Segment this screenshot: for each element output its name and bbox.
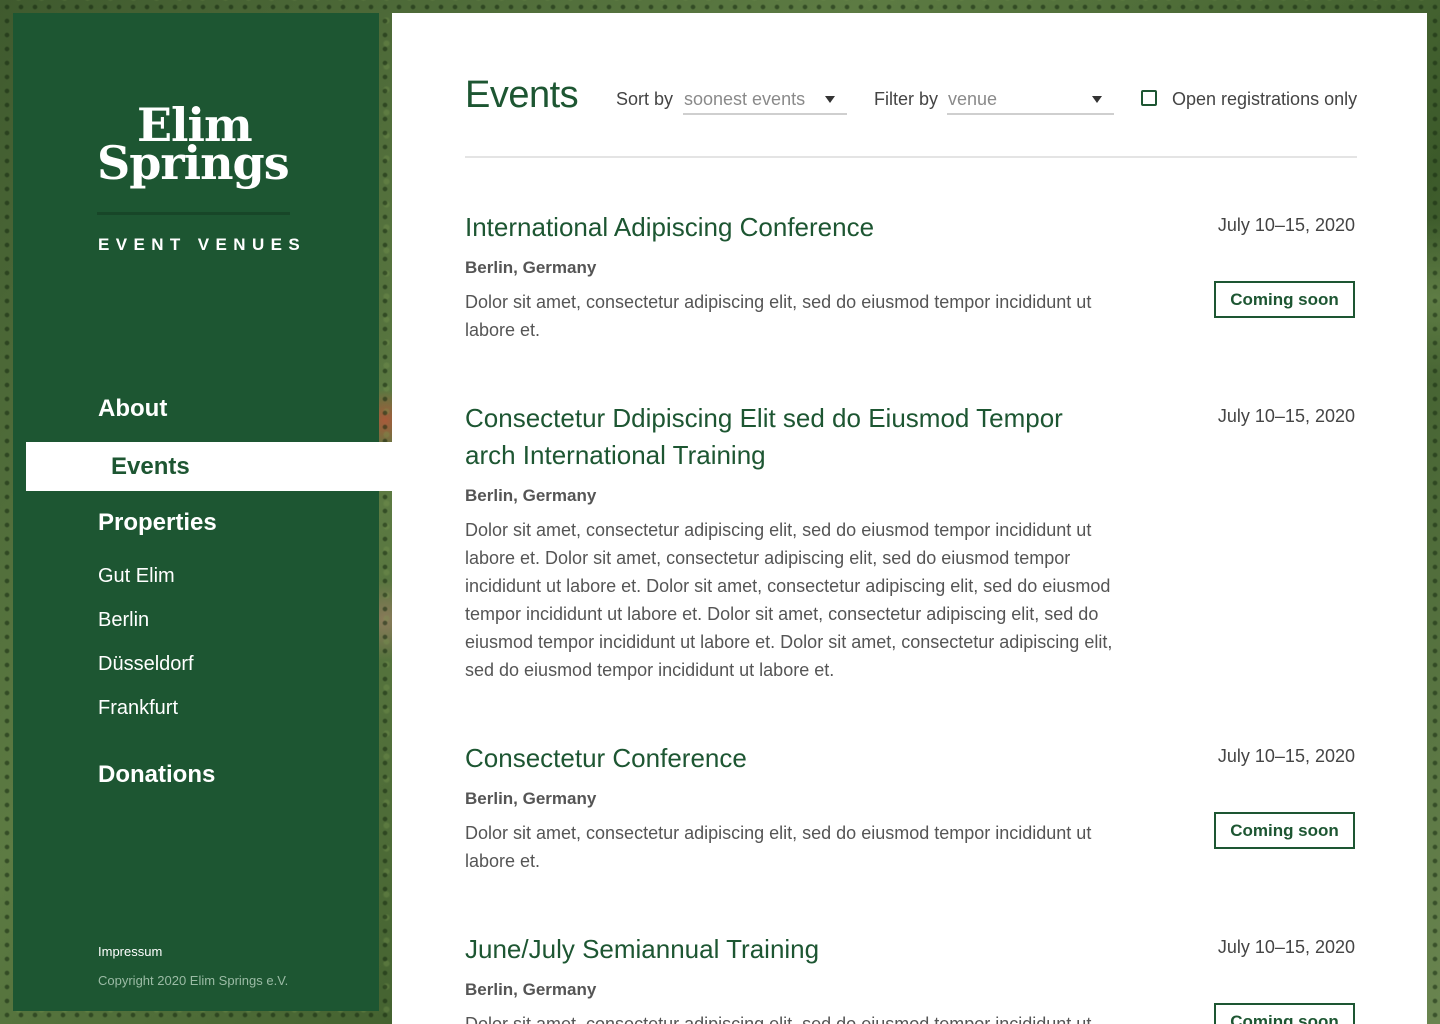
sidebar: Elim Springs EVENT VENUES About Events P… xyxy=(13,13,392,1011)
events-toolbar: Events Sort by soonest events Filter by … xyxy=(465,73,1357,158)
filter-select-value: venue xyxy=(948,89,998,109)
event-date: July 10–15, 2020 xyxy=(1217,215,1355,235)
event-date: July 10–15, 2020 xyxy=(1217,937,1355,957)
event-title[interactable]: Consectetur Ddipiscing Elit sed do Eiusm… xyxy=(465,400,1115,474)
nav-item-donations[interactable]: Donations xyxy=(13,755,215,795)
event-card: Consectetur Ddipiscing Elit sed do Eiusm… xyxy=(465,400,1357,684)
open-registrations-checkbox[interactable] xyxy=(1141,90,1157,106)
events-panel: Events Sort by soonest events Filter by … xyxy=(392,13,1427,1024)
sort-label: Sort by xyxy=(616,89,674,109)
event-title[interactable]: Consectetur Conference xyxy=(465,740,1115,777)
event-location: Berlin, Germany xyxy=(465,980,597,999)
nav-item-events[interactable]: Events xyxy=(26,442,392,491)
event-title[interactable]: International Adipiscing Conference xyxy=(465,209,1115,246)
event-date: July 10–15, 2020 xyxy=(1217,746,1355,766)
logo-divider xyxy=(97,212,290,215)
impressum-link[interactable]: Impressum xyxy=(98,944,162,959)
brand-logo[interactable]: Elim Springs xyxy=(97,102,297,190)
event-card: International Adipiscing Conference July… xyxy=(465,209,1357,344)
nav-item-about[interactable]: About xyxy=(13,389,167,429)
event-card: Consectetur Conference July 10–15, 2020 … xyxy=(465,740,1357,875)
event-description: Dolor sit amet, consectetur adipiscing e… xyxy=(465,823,1092,871)
page-title: Events xyxy=(465,74,579,116)
nav-item-properties[interactable]: Properties xyxy=(13,503,217,543)
status-badge: Coming soon xyxy=(1214,812,1355,849)
status-badge: Coming soon xyxy=(1214,281,1355,318)
logo-line-2: Springs xyxy=(97,136,290,190)
nav-sub-gut-elim[interactable]: Gut Elim xyxy=(13,554,175,598)
nav-sub-berlin[interactable]: Berlin xyxy=(13,598,149,642)
event-card: June/July Semiannual Training July 10–15… xyxy=(465,931,1357,1024)
event-title[interactable]: June/July Semiannual Training xyxy=(465,931,1115,968)
sort-select-value: soonest events xyxy=(684,89,806,109)
nav-sub-frankfurt[interactable]: Frankfurt xyxy=(13,686,178,730)
event-date: July 10–15, 2020 xyxy=(1217,406,1355,426)
logo-subtitle: EVENT VENUES xyxy=(98,235,307,254)
event-description: Dolor sit amet, consectetur adipiscing e… xyxy=(465,292,1092,340)
chevron-down-icon xyxy=(1092,96,1102,103)
status-badge: Coming soon xyxy=(1214,1003,1355,1024)
event-location: Berlin, Germany xyxy=(465,486,597,505)
event-description: Dolor sit amet, consectetur adipiscing e… xyxy=(465,520,1113,680)
filter-label: Filter by xyxy=(874,89,939,109)
filter-select[interactable]: venue xyxy=(947,83,1114,115)
chevron-down-icon xyxy=(825,96,835,103)
open-registrations-label[interactable]: Open registrations only xyxy=(1172,89,1357,110)
event-location: Berlin, Germany xyxy=(465,258,597,277)
event-location: Berlin, Germany xyxy=(465,789,597,808)
sort-select[interactable]: soonest events xyxy=(683,83,847,115)
event-description: Dolor sit amet, consectetur adipiscing e… xyxy=(465,1014,1092,1024)
copyright-text: Copyright 2020 Elim Springs e.V. xyxy=(98,973,289,988)
nav-sub-duesseldorf[interactable]: Düsseldorf xyxy=(13,642,194,686)
